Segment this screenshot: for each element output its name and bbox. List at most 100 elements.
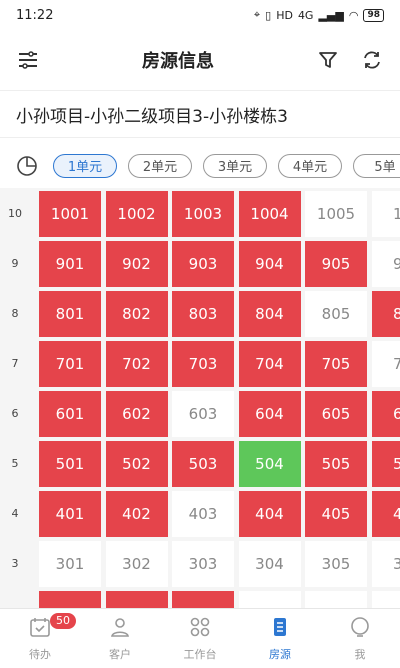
menu-icon[interactable] (14, 46, 42, 74)
battery-icon: 98 (363, 9, 384, 22)
room-grid: 1010011002100310041005109901902903904905… (0, 188, 400, 608)
room-cell[interactable] (172, 591, 234, 608)
room-cell[interactable]: 1005 (305, 191, 367, 237)
room-cell[interactable]: 502 (106, 441, 168, 487)
tab-label: 房源 (269, 646, 291, 662)
room-cell[interactable]: 60 (372, 391, 400, 437)
tab-label: 客户 (109, 646, 131, 662)
building-icon (269, 616, 291, 642)
nav-bar: 房源信息 (0, 30, 400, 91)
breadcrumb: 小孙项目-小孙二级项目3-小孙楼栋3 (0, 91, 400, 138)
filter-icon[interactable] (314, 46, 342, 74)
room-cell[interactable]: 702 (106, 341, 168, 387)
room-cell[interactable] (39, 591, 101, 608)
unit-tab-3[interactable]: 3单元 (203, 154, 267, 178)
room-cell[interactable]: 301 (39, 541, 101, 587)
floor-label: 6 (0, 407, 30, 420)
room-cell[interactable]: 402 (106, 491, 168, 537)
room-cell[interactable]: 904 (239, 241, 301, 287)
location-icon: ⌖ (254, 8, 260, 22)
floor-label: 10 (0, 207, 30, 220)
room-cell[interactable] (372, 591, 400, 608)
floor-label: 4 (0, 507, 30, 520)
todo-count-badge: 50 (50, 613, 76, 629)
room-cell[interactable]: 50 (372, 441, 400, 487)
room-cell[interactable]: 405 (305, 491, 367, 537)
tab-calendar-check[interactable]: 待办 50 (0, 609, 80, 668)
room-cell[interactable]: 90 (372, 241, 400, 287)
unit-tab-5[interactable]: 5单 (353, 154, 400, 178)
room-cell[interactable]: 401 (39, 491, 101, 537)
vibrate-icon: ▯ (265, 9, 271, 22)
room-cell[interactable]: 40 (372, 491, 400, 537)
status-bar: 11:22 ⌖ ▯ HD 4G ▂▄▆ ◠ 98 (0, 0, 400, 30)
page-title: 房源信息 (142, 47, 214, 73)
room-cell[interactable]: 804 (239, 291, 301, 337)
tab-profile[interactable]: 我 (320, 609, 400, 668)
tab-grid[interactable]: 工作台 (160, 609, 240, 668)
room-cell[interactable]: 801 (39, 291, 101, 337)
room-cell[interactable] (239, 591, 301, 608)
tab-label: 待办 (29, 646, 51, 662)
room-cell[interactable]: 404 (239, 491, 301, 537)
wifi-icon: ◠ (349, 9, 359, 22)
floor-label: 5 (0, 457, 30, 470)
room-cell[interactable]: 303 (172, 541, 234, 587)
room-cell[interactable]: 603 (172, 391, 234, 437)
room-cell[interactable]: 503 (172, 441, 234, 487)
user-icon (109, 616, 131, 642)
floor-label: 7 (0, 357, 30, 370)
room-cell[interactable]: 1001 (39, 191, 101, 237)
room-cell[interactable]: 704 (239, 341, 301, 387)
room-cell[interactable]: 905 (305, 241, 367, 287)
room-cell[interactable] (305, 591, 367, 608)
unit-tab-4[interactable]: 4单元 (278, 154, 342, 178)
floor-label: 8 (0, 307, 30, 320)
tab-user[interactable]: 客户 (80, 609, 160, 668)
room-cell[interactable]: 30 (372, 541, 400, 587)
room-cell[interactable] (106, 591, 168, 608)
room-cell[interactable]: 703 (172, 341, 234, 387)
room-cell[interactable]: 903 (172, 241, 234, 287)
room-cell[interactable]: 802 (106, 291, 168, 337)
status-icons: ⌖ ▯ HD 4G ▂▄▆ ◠ 98 (254, 8, 384, 22)
tab-label: 工作台 (184, 646, 217, 662)
room-cell[interactable]: 304 (239, 541, 301, 587)
room-cell[interactable]: 605 (305, 391, 367, 437)
signal-icon: ▂▄▆ (318, 9, 343, 22)
room-cell[interactable]: 403 (172, 491, 234, 537)
floor-label: 9 (0, 257, 30, 270)
room-cell[interactable]: 501 (39, 441, 101, 487)
room-cell[interactable]: 1004 (239, 191, 301, 237)
unit-tab-2[interactable]: 2单元 (128, 154, 192, 178)
room-cell[interactable]: 505 (305, 441, 367, 487)
unit-tab-1[interactable]: 1单元 (53, 154, 117, 178)
unit-selector: 1单元 2单元 3单元 4单元 5单 (0, 138, 400, 193)
room-cell[interactable]: 602 (106, 391, 168, 437)
room-cell[interactable]: 902 (106, 241, 168, 287)
room-cell[interactable]: 705 (305, 341, 367, 387)
calendar-check-icon (29, 616, 51, 642)
room-cell[interactable]: 302 (106, 541, 168, 587)
tab-building[interactable]: 房源 (240, 609, 320, 668)
tab-label: 我 (355, 646, 366, 662)
room-cell[interactable]: 604 (239, 391, 301, 437)
room-cell[interactable]: 10 (372, 191, 400, 237)
room-cell[interactable]: 901 (39, 241, 101, 287)
room-cell[interactable]: 70 (372, 341, 400, 387)
room-cell[interactable]: 1002 (106, 191, 168, 237)
room-cell[interactable]: 601 (39, 391, 101, 437)
network-label: 4G (298, 9, 314, 22)
profile-icon (349, 616, 371, 642)
refresh-icon[interactable] (358, 46, 386, 74)
room-cell[interactable]: 80 (372, 291, 400, 337)
room-cell[interactable]: 803 (172, 291, 234, 337)
floor-label: 3 (0, 557, 30, 570)
pie-chart-icon[interactable] (16, 155, 38, 177)
hd-icon: HD (276, 9, 293, 22)
room-cell[interactable]: 1003 (172, 191, 234, 237)
room-cell[interactable]: 701 (39, 341, 101, 387)
room-cell[interactable]: 504 (239, 441, 301, 487)
room-cell[interactable]: 805 (305, 291, 367, 337)
room-cell[interactable]: 305 (305, 541, 367, 587)
